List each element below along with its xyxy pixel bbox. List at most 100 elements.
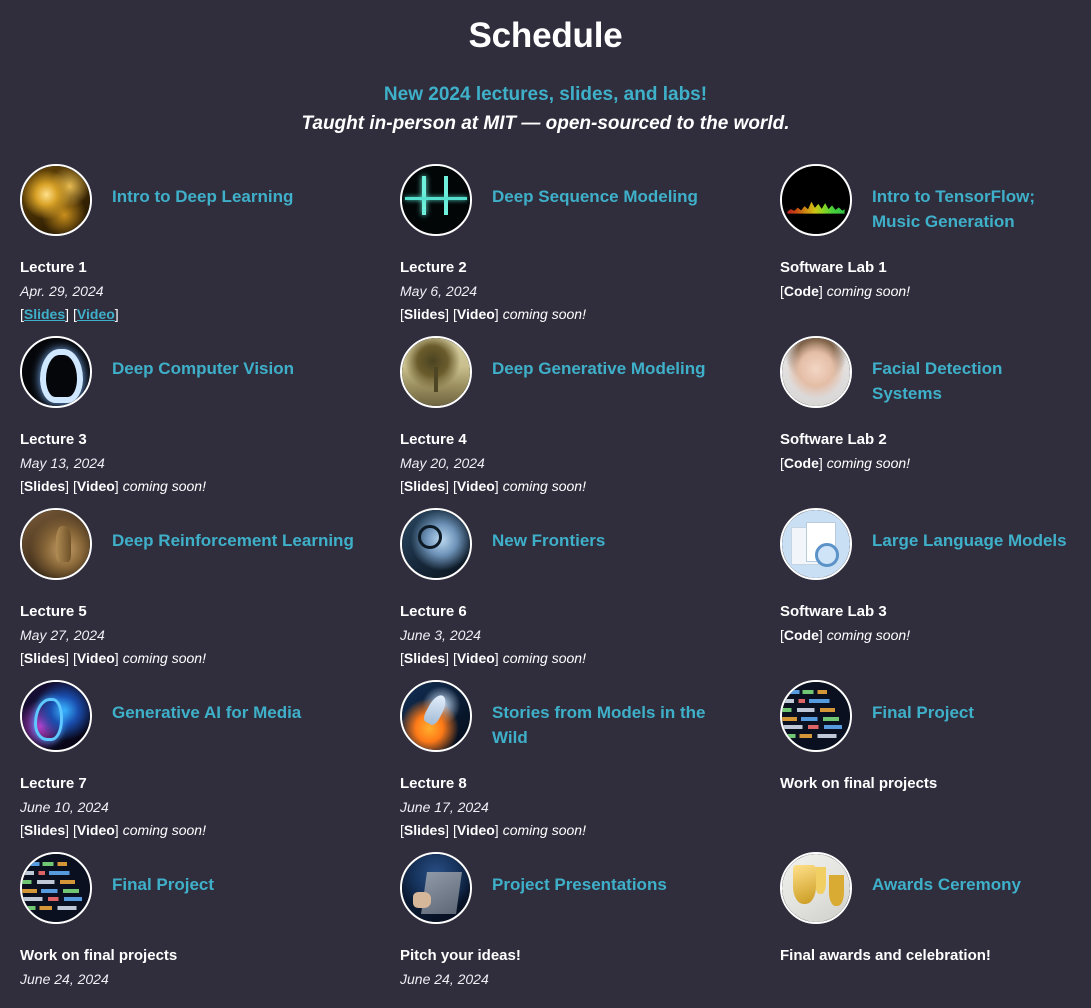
source-code-thumbnail[interactable] xyxy=(20,852,92,924)
thumbnail-art xyxy=(22,682,90,750)
vision-eye-thumbnail[interactable] xyxy=(20,336,92,408)
entry-title-link[interactable]: New Frontiers xyxy=(492,528,605,553)
robot-head-thumbnail[interactable] xyxy=(400,508,472,580)
entry-header: Final Project xyxy=(20,852,382,940)
entry-title-link[interactable]: Awards Ceremony xyxy=(872,872,1021,897)
entry-header: Intro to Deep Learning xyxy=(20,164,382,252)
entry-label: Lecture 3 xyxy=(20,431,87,448)
entry-title-link[interactable]: Deep Computer Vision xyxy=(112,356,294,381)
podium-speaker-thumbnail[interactable] xyxy=(400,852,472,924)
trophy-thumbnail[interactable] xyxy=(780,852,852,924)
schedule-page: Schedule New 2024 lectures, slides, and … xyxy=(0,0,1091,1008)
entry-date: June 24, 2024 xyxy=(20,971,109,987)
schedule-entry: Deep Computer Vision Lecture 3 May 13, 202… xyxy=(20,336,400,508)
entry-header: Intro to TensorFlow; Music Generation xyxy=(780,164,1073,252)
thumbnail-art xyxy=(402,338,470,406)
entry-title-link[interactable]: Deep Reinforcement Learning xyxy=(112,528,354,553)
resource-video-link: Video xyxy=(76,478,115,494)
schedule-entry: Awards Ceremony Final awards and celebrat… xyxy=(780,852,1091,1008)
close-bracket: ] xyxy=(494,650,499,666)
close-bracket: ] xyxy=(65,478,70,494)
resource-video-link[interactable]: Video xyxy=(77,306,115,322)
entry-meta: Software Lab 3 [Code] coming soon! xyxy=(780,601,1073,646)
schedule-entry: Final Project Work on final projects xyxy=(780,680,1091,852)
face-portrait-thumbnail[interactable] xyxy=(780,336,852,408)
schedule-entry: Deep Generative Modeling Lecture 4 May 20,… xyxy=(400,336,780,508)
thumbnail-art xyxy=(22,854,90,922)
entry-title-link[interactable]: Intro to Deep Learning xyxy=(112,184,293,209)
page-header: Schedule New 2024 lectures, slides, and … xyxy=(0,0,1091,138)
entry-resources: [Code] coming soon! xyxy=(780,280,1073,302)
entry-meta: Lecture 8 June 17, 2024 [Slides] [Video] com… xyxy=(400,773,762,841)
thumbnail-art xyxy=(782,854,850,922)
audio-spectrum-thumbnail[interactable] xyxy=(780,164,852,236)
close-bracket: ] xyxy=(445,306,450,322)
entry-title-link[interactable]: Stories from Models in the Wild xyxy=(492,700,742,750)
close-bracket: ] xyxy=(114,650,119,666)
entry-title-link[interactable]: Final Project xyxy=(112,872,214,897)
neon-head-thumbnail[interactable] xyxy=(20,680,92,752)
thumbnail-art xyxy=(782,510,850,578)
schedule-entry: Final Project Work on final projects June … xyxy=(20,852,400,1008)
entry-meta: Lecture 5 May 27, 2024 [Slides] [Video] comi… xyxy=(20,601,382,669)
entry-title-link[interactable]: Project Presentations xyxy=(492,872,667,897)
coming-soon-note: coming soon! xyxy=(826,283,911,299)
entry-title-link[interactable]: Large Language Models xyxy=(872,528,1067,553)
entry-meta: Software Lab 2 [Code] coming soon! xyxy=(780,429,1073,474)
thumbnail-art xyxy=(782,338,850,406)
close-bracket: ] xyxy=(65,650,70,666)
entry-title-link[interactable]: Generative AI for Media xyxy=(112,700,301,725)
entry-resources: [Slides] [Video] coming soon! xyxy=(400,647,762,669)
entry-label: Lecture 4 xyxy=(400,431,467,448)
coming-soon-note: coming soon! xyxy=(122,822,206,838)
resource-slides-link: Slides xyxy=(403,822,446,838)
entry-date: June 17, 2024 xyxy=(400,799,489,815)
entry-meta: Lecture 7 June 10, 2024 [Slides] [Video] com… xyxy=(20,773,382,841)
entry-date: June 10, 2024 xyxy=(20,799,109,815)
resource-video-link: Video xyxy=(76,822,115,838)
entry-title-link[interactable]: Final Project xyxy=(872,700,974,725)
resource-slides-link: Slides xyxy=(403,650,446,666)
entry-date: May 6, 2024 xyxy=(400,283,478,299)
entry-header: Stories from Models in the Wild xyxy=(400,680,762,768)
entry-date: June 24, 2024 xyxy=(400,971,489,987)
entry-meta: Work on final projects xyxy=(780,773,1073,795)
entry-title-link[interactable]: Intro to TensorFlow; Music Generation xyxy=(872,184,1073,234)
entry-label: Lecture 7 xyxy=(20,775,87,792)
entry-title-link[interactable]: Deep Sequence Modeling xyxy=(492,184,698,209)
close-bracket: ] xyxy=(65,822,70,838)
entry-title-link[interactable]: Deep Generative Modeling xyxy=(492,356,706,381)
tree-landscape-thumbnail[interactable] xyxy=(400,336,472,408)
entry-title-link[interactable]: Facial Detection Systems xyxy=(872,356,1073,406)
schedule-entry: Deep Sequence Modeling Lecture 2 May 6, 20… xyxy=(400,164,780,336)
resource-video-link: Video xyxy=(456,478,495,494)
chess-piece-thumbnail[interactable] xyxy=(20,508,92,580)
close-bracket: ] xyxy=(114,478,119,494)
subtitle-block: New 2024 lectures, slides, and labs! Tau… xyxy=(0,82,1091,138)
resource-slides-link: Slides xyxy=(403,306,446,322)
entry-date: May 20, 2024 xyxy=(400,455,485,471)
coming-soon-note: coming soon! xyxy=(826,455,911,471)
schedule-entry: Facial Detection Systems Software Lab 2 [C… xyxy=(780,336,1091,508)
entry-label: Final awards and celebration! xyxy=(780,947,991,964)
thumbnail-art xyxy=(782,682,850,750)
rocket-launch-thumbnail[interactable] xyxy=(400,680,472,752)
source-code-thumbnail[interactable] xyxy=(780,680,852,752)
entry-meta: Pitch your ideas! June 24, 2024 xyxy=(400,945,762,990)
ecg-waveform-thumbnail[interactable] xyxy=(400,164,472,236)
resource-video-link: Video xyxy=(456,822,495,838)
close-bracket: ] xyxy=(445,478,450,494)
resource-slides-link[interactable]: Slides xyxy=(24,306,65,322)
entry-label: Work on final projects xyxy=(780,775,938,792)
entry-resources: [Code] coming soon! xyxy=(780,452,1073,474)
entry-resources: [Slides] [Video] coming soon! xyxy=(20,475,382,497)
close-bracket: ] xyxy=(494,478,499,494)
resource-code-link: Code xyxy=(783,283,819,299)
close-bracket: ] xyxy=(445,650,450,666)
schedule-entry: Intro to TensorFlow; Music Generation Sof… xyxy=(780,164,1091,336)
entry-header: Deep Sequence Modeling xyxy=(400,164,762,252)
coming-soon-note: coming soon! xyxy=(502,822,586,838)
documents-search-thumbnail[interactable] xyxy=(780,508,852,580)
neuron-thumbnail[interactable] xyxy=(20,164,92,236)
coming-soon-note: coming soon! xyxy=(122,478,206,494)
